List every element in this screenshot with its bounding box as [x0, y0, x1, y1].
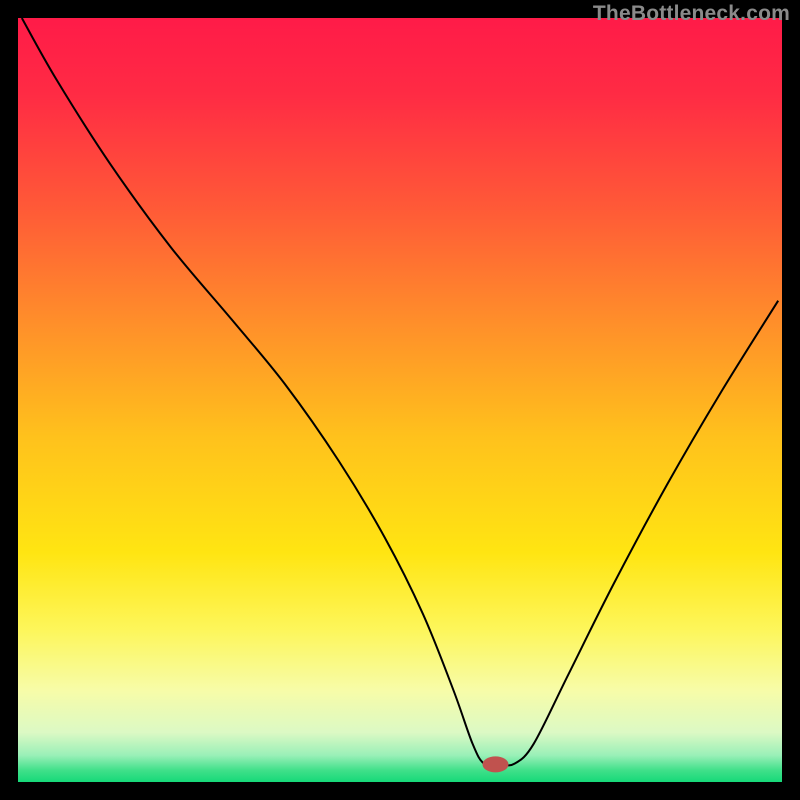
optimum-marker: [483, 756, 509, 772]
chart-frame: TheBottleneck.com: [0, 0, 800, 800]
plot-area: [18, 18, 782, 782]
bottleneck-curve: [22, 18, 778, 765]
watermark-text: TheBottleneck.com: [593, 2, 790, 26]
curve-layer: [18, 18, 782, 782]
